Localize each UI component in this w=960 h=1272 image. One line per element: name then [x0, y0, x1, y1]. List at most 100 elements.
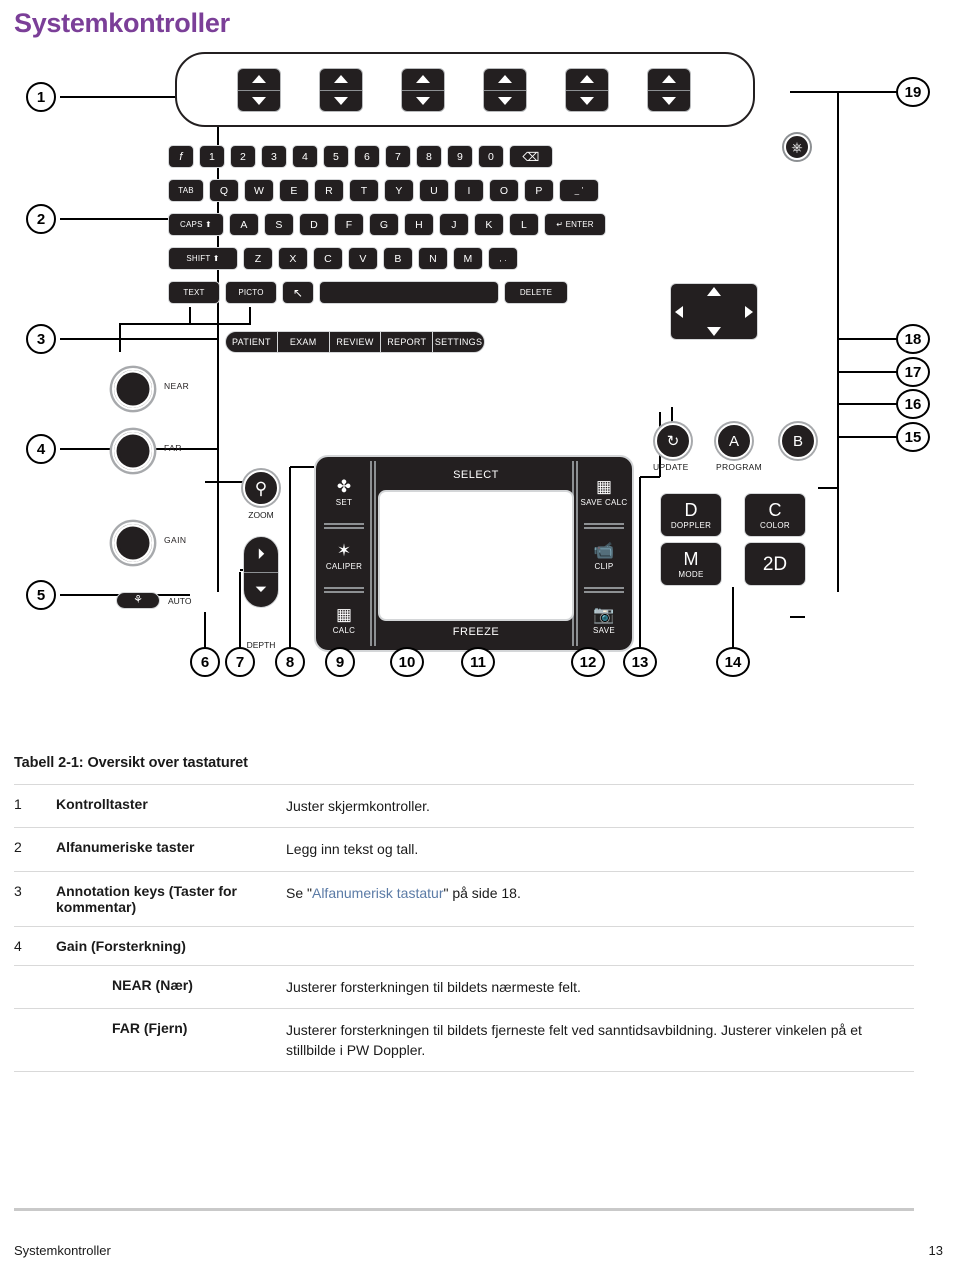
- key-6-r1c7[interactable]: 6: [354, 145, 380, 168]
- arrow-right-icon[interactable]: [745, 305, 753, 318]
- doppler-button[interactable]: D DOPPLER: [660, 493, 722, 537]
- key-v-r4c5[interactable]: V: [348, 247, 378, 270]
- rocker-up-5[interactable]: [566, 69, 608, 91]
- key-m-r4c8[interactable]: M: [453, 247, 483, 270]
- key-5-r1c6[interactable]: 5: [323, 145, 349, 168]
- key-9-r1c10[interactable]: 9: [447, 145, 473, 168]
- key-p-r2c11[interactable]: P: [524, 179, 554, 202]
- key-f-r3c5[interactable]: F: [334, 213, 364, 236]
- key-z-r4c2[interactable]: Z: [243, 247, 273, 270]
- menu-item-exam[interactable]: EXAM: [276, 332, 329, 352]
- control-rocker-5[interactable]: [565, 68, 609, 112]
- rocker-up-4[interactable]: [484, 69, 526, 91]
- save-calc-key[interactable]: ▦ SAVE CALC: [578, 463, 630, 521]
- key-delete-r5c5[interactable]: DELETE: [504, 281, 568, 304]
- near-knob[interactable]: [112, 368, 154, 410]
- control-rocker-6[interactable]: [647, 68, 691, 112]
- key-q-r2c2[interactable]: Q: [209, 179, 239, 202]
- rocker-down-1[interactable]: [238, 91, 280, 112]
- key-0-r1c11[interactable]: 0: [478, 145, 504, 168]
- cross-reference-link[interactable]: Alfanumerisk tastatur: [312, 885, 444, 901]
- gain-knob[interactable]: [112, 522, 154, 564]
- control-rocker-2[interactable]: [319, 68, 363, 112]
- key-picto-r5c2[interactable]: PICTO: [225, 281, 277, 304]
- program-b-button[interactable]: B: [780, 423, 816, 459]
- key-glyph-r1c12[interactable]: ⌫: [509, 145, 553, 168]
- key-enter-r3c11[interactable]: ↵ ENTER: [544, 213, 606, 236]
- select-key[interactable]: SELECT: [372, 461, 580, 489]
- key-s-r3c3[interactable]: S: [264, 213, 294, 236]
- menu-item-review[interactable]: REVIEW: [328, 332, 381, 352]
- update-button[interactable]: ↻: [655, 423, 691, 459]
- arrow-keys-cluster[interactable]: [670, 283, 758, 340]
- key-glyph-r5c3[interactable]: ↖: [282, 281, 314, 304]
- key-shift-r4c1[interactable]: SHIFT ⬆: [168, 247, 238, 270]
- key-glyph-r4c9[interactable]: , .: [488, 247, 518, 270]
- key-w-r2c3[interactable]: W: [244, 179, 274, 202]
- menu-item-patient[interactable]: PATIENT: [226, 332, 277, 352]
- auto-gain-button[interactable]: ⚘: [116, 592, 160, 609]
- arrow-left-icon[interactable]: [675, 305, 683, 318]
- menu-item-report[interactable]: REPORT: [380, 332, 432, 352]
- key-t-r2c6[interactable]: T: [349, 179, 379, 202]
- save-key[interactable]: 📷 SAVE: [578, 591, 630, 649]
- key-j-r3c8[interactable]: J: [439, 213, 469, 236]
- rocker-down-4[interactable]: [484, 91, 526, 112]
- 2d-button[interactable]: 2D: [744, 542, 806, 586]
- rocker-up-1[interactable]: [238, 69, 280, 91]
- key-c-r4c4[interactable]: C: [313, 247, 343, 270]
- key-7-r1c8[interactable]: 7: [385, 145, 411, 168]
- program-a-button[interactable]: A: [716, 423, 752, 459]
- key-8-r1c9[interactable]: 8: [416, 145, 442, 168]
- m-mode-button[interactable]: M MODE: [660, 542, 722, 586]
- control-rocker-3[interactable]: [401, 68, 445, 112]
- rocker-down-2[interactable]: [320, 91, 362, 112]
- key-o-r2c10[interactable]: O: [489, 179, 519, 202]
- key-r-r2c5[interactable]: R: [314, 179, 344, 202]
- key-3-r1c4[interactable]: 3: [261, 145, 287, 168]
- key-x-r4c3[interactable]: X: [278, 247, 308, 270]
- key-1-r1c2[interactable]: 1: [199, 145, 225, 168]
- depth-down-button[interactable]: ⏷: [244, 573, 278, 608]
- trackpad-surface[interactable]: [378, 490, 574, 621]
- key-n-r4c7[interactable]: N: [418, 247, 448, 270]
- depth-button[interactable]: ⏵ ⏷: [243, 536, 279, 608]
- key-caps-r3c1[interactable]: CAPS ⬆: [168, 213, 224, 236]
- key-f-r1c1[interactable]: f: [168, 145, 194, 168]
- control-rocker-1[interactable]: [237, 68, 281, 112]
- depth-up-button[interactable]: ⏵: [244, 537, 278, 573]
- far-knob[interactable]: [112, 430, 154, 472]
- rocker-down-6[interactable]: [648, 91, 690, 112]
- key-l-r3c10[interactable]: L: [509, 213, 539, 236]
- key-y-r2c7[interactable]: Y: [384, 179, 414, 202]
- control-rocker-4[interactable]: [483, 68, 527, 112]
- key-h-r3c7[interactable]: H: [404, 213, 434, 236]
- key-e-r2c4[interactable]: E: [279, 179, 309, 202]
- key-d-r3c4[interactable]: D: [299, 213, 329, 236]
- key-k-r3c9[interactable]: K: [474, 213, 504, 236]
- key-text-r5c1[interactable]: TEXT: [168, 281, 220, 304]
- rocker-up-2[interactable]: [320, 69, 362, 91]
- key-u-r2c8[interactable]: U: [419, 179, 449, 202]
- rocker-up-6[interactable]: [648, 69, 690, 91]
- key-glyph-r2c12[interactable]: _ ': [559, 179, 599, 202]
- set-key[interactable]: ✤ SET: [318, 463, 370, 521]
- key-i-r2c9[interactable]: I: [454, 179, 484, 202]
- key-4-r1c5[interactable]: 4: [292, 145, 318, 168]
- rocker-down-5[interactable]: [566, 91, 608, 112]
- zoom-button[interactable]: ⚲: [243, 470, 279, 506]
- color-button[interactable]: C COLOR: [744, 493, 806, 537]
- arrow-down-icon[interactable]: [707, 327, 721, 336]
- arrow-up-icon[interactable]: [707, 287, 721, 296]
- menu-item-settings[interactable]: SETTINGS: [432, 332, 484, 352]
- key-tab-r2c1[interactable]: TAB: [168, 179, 204, 202]
- freeze-key[interactable]: FREEZE: [372, 618, 580, 646]
- calc-key[interactable]: ▦ CALC: [318, 591, 370, 649]
- rocker-down-3[interactable]: [402, 91, 444, 112]
- key-g-r3c6[interactable]: G: [369, 213, 399, 236]
- key-2-r1c3[interactable]: 2: [230, 145, 256, 168]
- key-b-r4c6[interactable]: B: [383, 247, 413, 270]
- key-a-r3c2[interactable]: A: [229, 213, 259, 236]
- caliper-key[interactable]: ✶ CALIPER: [318, 527, 370, 585]
- clip-key[interactable]: 📹 CLIP: [578, 527, 630, 585]
